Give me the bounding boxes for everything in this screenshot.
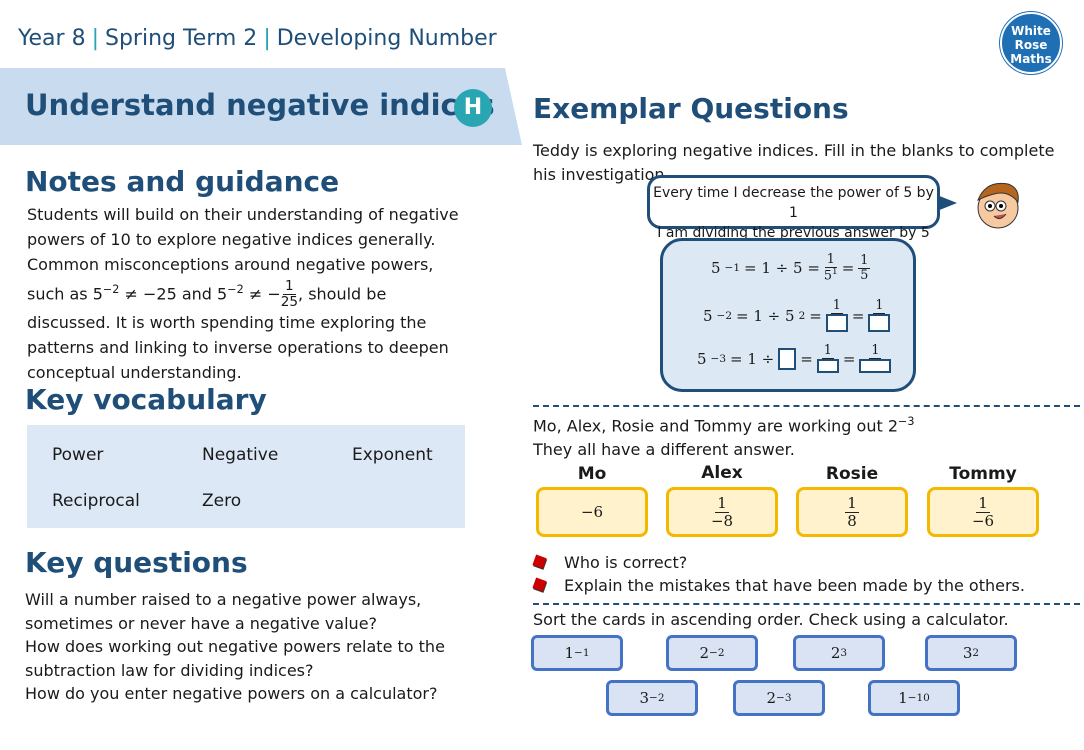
person-name: Tommy (949, 464, 1017, 484)
answer-card-mo: −6 (536, 487, 648, 537)
bullet-icon (532, 554, 547, 569)
vocab-word: Zero (202, 491, 242, 511)
person-name: Rosie (825, 464, 879, 484)
question: How does working out negative powers rel… (25, 637, 445, 680)
sort-card[interactable]: 2 −3 (733, 680, 825, 716)
breadcrumb: Year 8 | Spring Term 2 | Developing Number (18, 26, 497, 51)
notes-text: Students will build on their understandi… (27, 205, 459, 383)
divider (533, 405, 1080, 407)
answer-card-tommy: 1 −6 (927, 487, 1039, 537)
person-name: Mo (577, 464, 607, 484)
equation-box: 5 −1 = 1 ÷ 5 = 1 51 = 1 5 5 −2 = 1 ÷ 5 2 = 1 = 1 5 −3 = … (660, 238, 916, 392)
answer-blank[interactable] (825, 314, 848, 333)
vocab-word: Exponent (352, 445, 433, 465)
answer-blank[interactable] (859, 359, 892, 374)
year: Year 8 (18, 26, 86, 51)
person-name: Alex (701, 463, 743, 483)
sort-card[interactable]: 1 −1 (531, 635, 623, 671)
bullet-text: Who is correct? (564, 553, 688, 572)
q3-instruction: Sort the cards in ascending order. Check… (533, 610, 1009, 629)
vocab-word: Power (52, 445, 104, 465)
answer-blank[interactable] (868, 314, 891, 333)
higher-badge: H (454, 89, 492, 127)
q2-text: Mo, Alex, Rosie and Tommy are working ou… (533, 415, 915, 460)
speech-bubble: Every time I decrease the power of 5 by … (647, 175, 940, 241)
sort-card[interactable]: 1 −10 (868, 680, 960, 716)
notes-heading: Notes and guidance (25, 165, 340, 198)
answer-card-rosie: 18 (796, 487, 908, 537)
question: How do you enter negative powers on a ca… (25, 684, 438, 703)
answer-blank[interactable] (778, 347, 797, 370)
vocab-box: Power Negative Exponent Reciprocal Zero (27, 425, 465, 528)
answer-blank[interactable] (816, 359, 839, 374)
unit: Developing Number (276, 26, 497, 51)
exemplar-heading: Exemplar Questions (533, 92, 849, 125)
question: Will a number raised to a negative power… (25, 590, 422, 633)
speech-tail (937, 195, 957, 211)
key-questions: Will a number raised to a negative power… (25, 588, 465, 706)
equation-1: 5 −1 = 1 ÷ 5 = 1 51 = 1 5 (711, 252, 871, 284)
sort-card[interactable]: 23 (793, 635, 885, 671)
sort-card[interactable]: 32 (925, 635, 1017, 671)
vocab-word: Negative (202, 445, 279, 465)
equation-3: 5 −3 = 1 ÷ = 1 = 1 (697, 343, 892, 374)
page-title: Understand negative indices (25, 88, 495, 122)
bullet-icon (532, 577, 547, 592)
key-questions-heading: Key questions (25, 546, 248, 579)
divider (533, 603, 1080, 605)
vocab-word: Reciprocal (52, 491, 140, 511)
term: Spring Term 2 (105, 26, 258, 51)
equation-2: 5 −2 = 1 ÷ 5 2 = 1 = 1 (703, 298, 891, 333)
teddy-character-icon (977, 182, 1019, 229)
sort-card[interactable]: 3 −2 (606, 680, 698, 716)
answer-card-alex: 1 −8 (666, 487, 778, 537)
vocab-heading: Key vocabulary (25, 383, 267, 416)
bullet-text: Explain the mistakes that have been made… (564, 576, 1025, 595)
white-rose-maths-logo: White Rose Maths (1000, 12, 1062, 74)
sort-card[interactable]: 2 −2 (666, 635, 758, 671)
